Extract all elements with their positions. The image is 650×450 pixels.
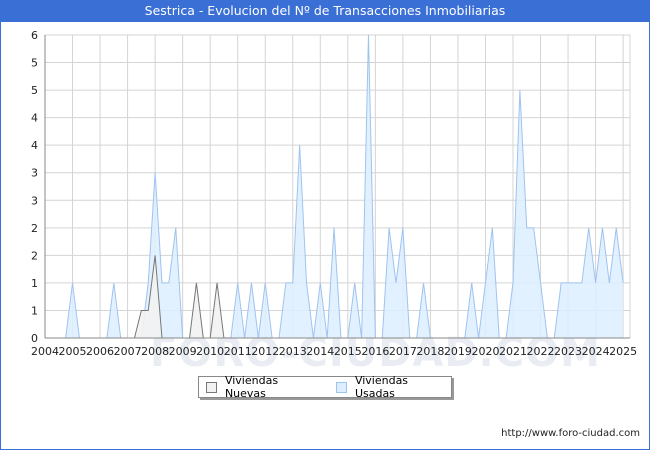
- y-tick-label: 4: [31, 139, 38, 152]
- source-url: http://www.foro-ciudad.com: [501, 428, 640, 439]
- x-tick-label: 2019: [444, 345, 472, 358]
- x-tick-label: 2014: [306, 345, 334, 358]
- x-tick-label: 2010: [196, 345, 224, 358]
- y-tick-label: 5: [31, 57, 38, 70]
- y-tick-label: 0: [31, 332, 38, 345]
- x-tick-label: 2020: [471, 345, 499, 358]
- x-tick-label: 2012: [251, 345, 279, 358]
- y-tick-label: 3: [31, 194, 38, 207]
- x-tick-label: 2009: [169, 345, 197, 358]
- legend-label-nuevas: Viviendas Nuevas: [224, 374, 279, 400]
- x-tick-label: 2016: [361, 345, 389, 358]
- x-tick-label: 2007: [114, 345, 142, 358]
- y-tick-labels: 0 1 1 2 2 3 3 4 4 5 5 6: [31, 29, 38, 345]
- x-tick-label: 2017: [389, 345, 417, 358]
- x-tick-label: 2022: [527, 345, 555, 358]
- legend-item-usadas: Viviendas Usadas: [335, 374, 451, 400]
- legend-item-nuevas: Viviendas Nuevas: [206, 374, 322, 400]
- x-tick-label: 2005: [59, 345, 87, 358]
- x-tick-label: 2025: [609, 345, 637, 358]
- x-tick-label: 2018: [416, 345, 444, 358]
- series-areas: [65, 34, 624, 339]
- series-area-usadas: [65, 35, 624, 338]
- x-tick-labels: 2004 2005 2006 2007 2008 2009 2010 2011 2012 2013…: [31, 345, 637, 358]
- legend: Viviendas Nuevas Viviendas Usadas: [198, 374, 452, 400]
- x-tick-label: 2011: [224, 345, 252, 358]
- x-tick-label: 2004: [31, 345, 59, 358]
- x-tick-label: 2015: [334, 345, 362, 358]
- y-tick-label: 6: [31, 29, 38, 42]
- y-tick-label: 1: [31, 277, 38, 290]
- legend-label-usadas: Viviendas Usadas: [354, 374, 409, 400]
- x-tick-label: 2008: [141, 345, 169, 358]
- y-tick-label: 3: [31, 167, 38, 180]
- x-tick-label: 2006: [86, 345, 114, 358]
- x-tick-label: 2023: [554, 345, 582, 358]
- y-tick-label: 1: [31, 304, 38, 317]
- y-tick-label: 5: [31, 84, 38, 97]
- y-tick-label: 4: [31, 112, 38, 125]
- y-tick-label: 2: [31, 249, 38, 262]
- x-tick-label: 2013: [279, 345, 307, 358]
- x-tick-label: 2021: [499, 345, 527, 358]
- y-tick-label: 2: [31, 222, 38, 235]
- x-tick-label: 2024: [582, 345, 610, 358]
- legend-swatch-nuevas: [206, 381, 217, 393]
- legend-swatch-usadas: [335, 381, 347, 393]
